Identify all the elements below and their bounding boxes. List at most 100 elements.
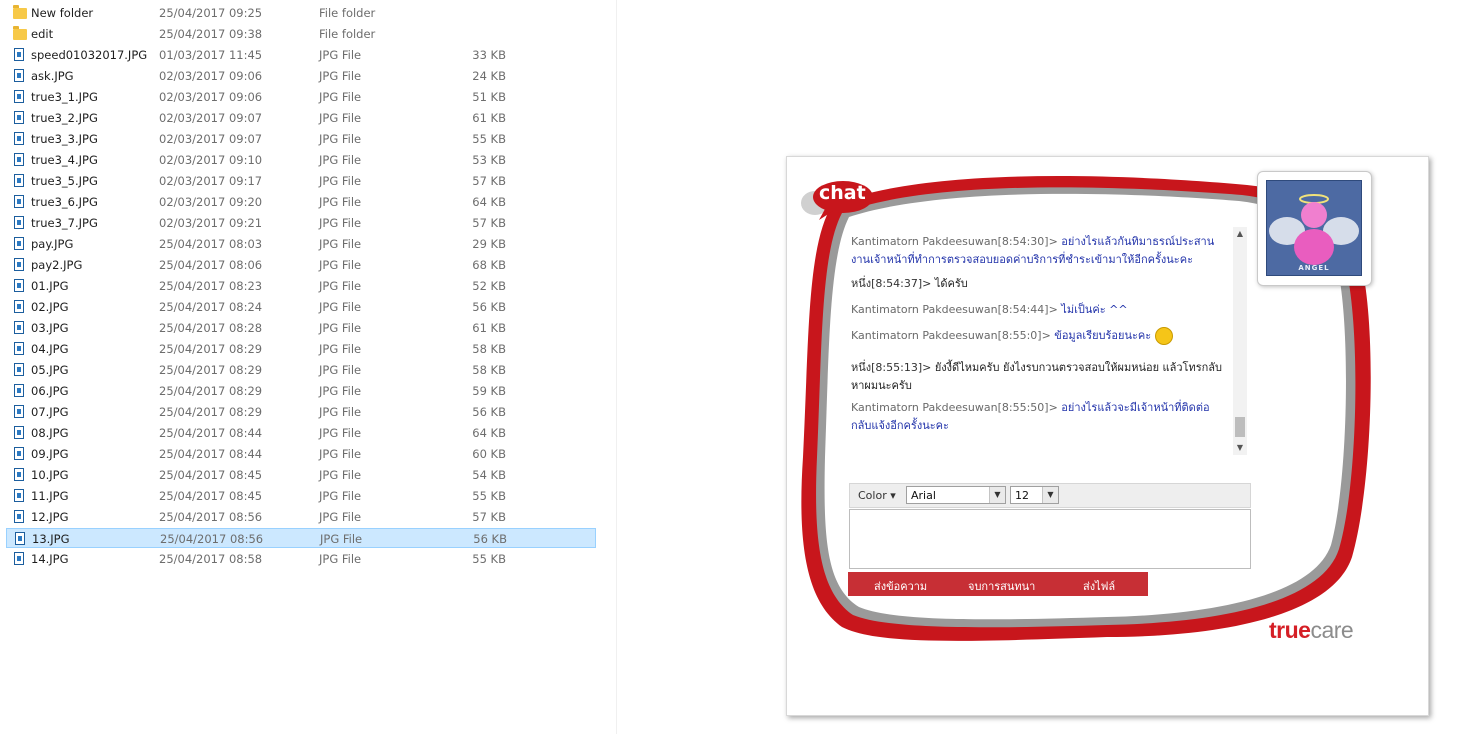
file-row[interactable]: true3_5.JPG 02/03/2017 09:17 JPG File 57 KB <box>6 171 596 191</box>
file-row[interactable]: 12.JPG 25/04/2017 08:56 JPG File 57 KB <box>6 507 596 527</box>
font-size-select[interactable]: 12 ▼ <box>1010 486 1059 504</box>
file-size: 57 KB <box>472 174 506 188</box>
scroll-up-icon[interactable]: ▲ <box>1233 227 1247 241</box>
file-name: 03.JPG <box>31 321 69 335</box>
file-name: true3_5.JPG <box>31 174 98 188</box>
file-type: JPG File <box>319 363 362 377</box>
file-row[interactable]: true3_1.JPG 02/03/2017 09:06 JPG File 51 KB <box>6 87 596 107</box>
file-type: JPG File <box>319 447 362 461</box>
file-date: 25/04/2017 08:28 <box>159 321 263 335</box>
image-file-icon <box>14 552 24 565</box>
file-row[interactable]: pay.JPG 25/04/2017 08:03 JPG File 29 KB <box>6 234 596 254</box>
file-size: 54 KB <box>472 468 506 482</box>
file-row[interactable]: ask.JPG 02/03/2017 09:06 JPG File 24 KB <box>6 66 596 86</box>
folder-icon <box>13 26 27 40</box>
file-row[interactable]: 06.JPG 25/04/2017 08:29 JPG File 59 KB <box>6 381 596 401</box>
file-row[interactable]: edit 25/04/2017 09:38 File folder <box>6 24 596 44</box>
smiley-icon <box>1154 327 1173 345</box>
scroll-thumb[interactable] <box>1235 417 1245 437</box>
image-file-icon <box>14 237 24 250</box>
file-date: 25/04/2017 08:56 <box>159 510 263 524</box>
file-name: 07.JPG <box>31 405 69 419</box>
end-chat-button[interactable]: จบการสนทนา <box>968 577 1035 595</box>
image-file-icon <box>14 489 24 502</box>
message-sender: Kantimatorn Pakdeesuwan[8:54:30]> <box>851 235 1058 248</box>
chevron-down-icon: ▼ <box>1042 487 1058 503</box>
image-file-icon <box>14 447 24 460</box>
file-type: JPG File <box>319 426 362 440</box>
file-name: New folder <box>31 6 94 20</box>
file-type: JPG File <box>319 384 362 398</box>
file-row[interactable]: pay2.JPG 25/04/2017 08:06 JPG File 68 KB <box>6 255 596 275</box>
file-size: 52 KB <box>472 279 506 293</box>
file-name: 06.JPG <box>31 384 69 398</box>
file-date: 25/04/2017 08:45 <box>159 468 263 482</box>
file-name: true3_6.JPG <box>31 195 98 209</box>
file-size: 60 KB <box>472 447 506 461</box>
file-size: 56 KB <box>472 405 506 419</box>
scroll-down-icon[interactable]: ▼ <box>1233 441 1247 455</box>
file-name: 01.JPG <box>31 279 69 293</box>
file-type: JPG File <box>319 195 362 209</box>
file-row[interactable]: 10.JPG 25/04/2017 08:45 JPG File 54 KB <box>6 465 596 485</box>
file-row[interactable]: 04.JPG 25/04/2017 08:29 JPG File 58 KB <box>6 339 596 359</box>
message-input[interactable] <box>849 509 1251 569</box>
file-type: JPG File <box>319 216 362 230</box>
file-row[interactable]: 03.JPG 25/04/2017 08:28 JPG File 61 KB <box>6 318 596 338</box>
image-file-icon <box>14 468 24 481</box>
file-date: 02/03/2017 09:07 <box>159 111 263 125</box>
file-size: 56 KB <box>472 300 506 314</box>
file-row[interactable]: 07.JPG 25/04/2017 08:29 JPG File 56 KB <box>6 402 596 422</box>
image-file-icon <box>14 174 24 187</box>
file-size: 29 KB <box>472 237 506 251</box>
transcript-scrollbar[interactable]: ▲ ▼ <box>1233 227 1247 455</box>
folder-icon <box>13 5 27 19</box>
send-file-button[interactable]: ส่งไฟล์ <box>1083 577 1115 595</box>
file-name: 14.JPG <box>31 552 69 566</box>
file-row[interactable]: true3_3.JPG 02/03/2017 09:07 JPG File 55 KB <box>6 129 596 149</box>
color-picker-button[interactable]: Color ▾ <box>858 489 896 502</box>
file-row[interactable]: New folder 25/04/2017 09:25 File folder <box>6 3 596 23</box>
image-file-icon <box>14 321 24 334</box>
file-size: 61 KB <box>472 321 506 335</box>
file-row[interactable]: 14.JPG 25/04/2017 08:58 JPG File 55 KB <box>6 549 596 569</box>
file-row[interactable]: 02.JPG 25/04/2017 08:24 JPG File 56 KB <box>6 297 596 317</box>
file-type: File folder <box>319 27 376 41</box>
file-type: JPG File <box>319 510 362 524</box>
message-text: ไม่เป็นค่ะ ^^ <box>1061 303 1128 316</box>
file-date: 25/04/2017 08:29 <box>159 363 263 377</box>
image-file-icon <box>14 216 24 229</box>
file-row[interactable]: 09.JPG 25/04/2017 08:44 JPG File 60 KB <box>6 444 596 464</box>
image-file-icon <box>14 132 24 145</box>
file-size: 55 KB <box>472 132 506 146</box>
file-type: JPG File <box>319 258 362 272</box>
file-name: 04.JPG <box>31 342 69 356</box>
file-row[interactable]: true3_6.JPG 02/03/2017 09:20 JPG File 64 KB <box>6 192 596 212</box>
file-row[interactable]: true3_4.JPG 02/03/2017 09:10 JPG File 53 KB <box>6 150 596 170</box>
image-file-icon <box>14 342 24 355</box>
file-name: speed01032017.JPG <box>31 48 148 62</box>
file-size: 58 KB <box>472 363 506 377</box>
file-row[interactable]: 01.JPG 25/04/2017 08:23 JPG File 52 KB <box>6 276 596 296</box>
send-message-button[interactable]: ส่งข้อความ <box>874 577 927 595</box>
brand-care: care <box>1310 617 1354 643</box>
file-row[interactable]: speed01032017.JPG 01/03/2017 11:45 JPG Fil… <box>6 45 596 65</box>
file-row[interactable]: true3_7.JPG 02/03/2017 09:21 JPG File 57 KB <box>6 213 596 233</box>
file-row[interactable]: 11.JPG 25/04/2017 08:45 JPG File 55 KB <box>6 486 596 506</box>
file-name: 09.JPG <box>31 447 69 461</box>
file-name: 05.JPG <box>31 363 69 377</box>
truecare-logo: truecare <box>1269 617 1354 644</box>
file-row[interactable]: 13.JPG 25/04/2017 08:56 JPG File 56 KB <box>6 528 596 548</box>
chat-transcript[interactable]: Kantimatorn Pakdeesuwan[8:54:30]> อย่างไ… <box>847 219 1233 457</box>
image-file-icon <box>14 48 24 61</box>
image-file-icon <box>14 258 24 271</box>
file-row[interactable]: 08.JPG 25/04/2017 08:44 JPG File 64 KB <box>6 423 596 443</box>
file-name: edit <box>31 27 54 41</box>
file-type: JPG File <box>319 237 362 251</box>
file-size: 55 KB <box>472 489 506 503</box>
file-row[interactable]: true3_2.JPG 02/03/2017 09:07 JPG File 61 KB <box>6 108 596 128</box>
file-date: 02/03/2017 09:07 <box>159 132 263 146</box>
font-family-select[interactable]: Arial ▼ <box>906 486 1006 504</box>
image-file-icon <box>14 384 24 397</box>
file-row[interactable]: 05.JPG 25/04/2017 08:29 JPG File 58 KB <box>6 360 596 380</box>
